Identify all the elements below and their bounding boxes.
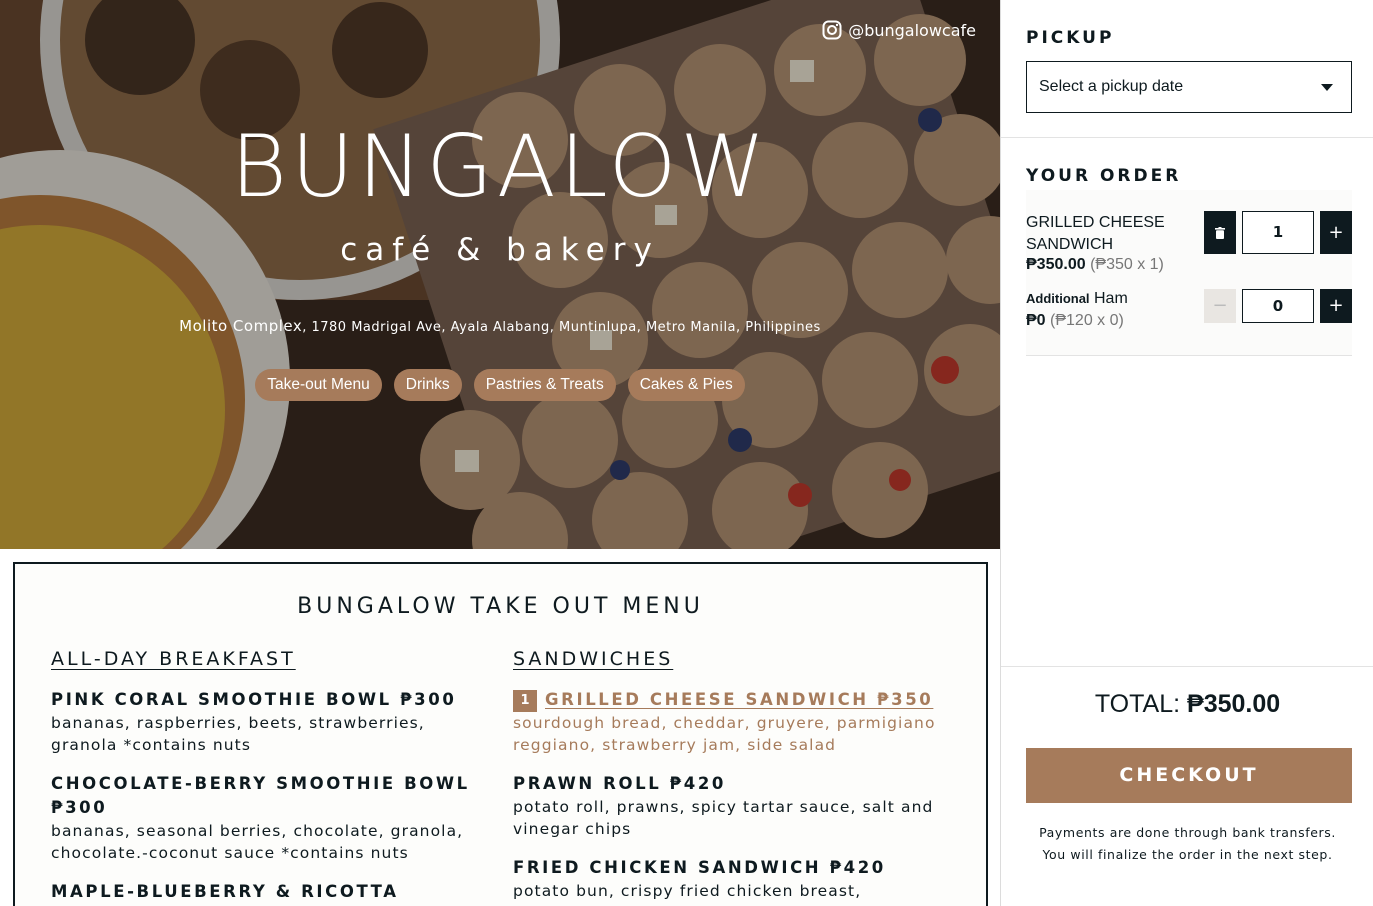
increase-quantity-button[interactable]: + (1320, 211, 1352, 254)
increase-addon-button[interactable]: + (1320, 289, 1352, 323)
menu-card: BUNGALOW TAKE OUT MENU ALL-DAY BREAKFAST… (13, 562, 988, 906)
menu-item-name[interactable]: 1 GRILLED CHEESE SANDWICH ₱350 (513, 688, 953, 712)
total-label: TOTAL: (1094, 690, 1181, 718)
order-item-unit: (₱350 x 1) (1090, 256, 1164, 273)
menu-item-desc: bananas, raspberries, beets, strawberrie… (51, 714, 425, 754)
divider (1001, 666, 1373, 667)
menu-item-name[interactable]: PRAWN ROLL ₱420 (513, 772, 953, 796)
menu-item-name-text[interactable]: GRILLED CHEESE SANDWICH ₱350 (545, 690, 933, 709)
order-total: TOTAL: ₱350.00 (1001, 690, 1373, 719)
payment-note: Payments are done through bank transfers… (1001, 822, 1373, 866)
instagram-link[interactable]: @bungalowcafe (822, 20, 976, 40)
addon-name: Ham (1094, 290, 1128, 307)
menu-item-name[interactable]: CHOCOLATE-BERRY SMOOTHIE BOWL ₱300 (51, 772, 491, 820)
order-sidebar: PICKUP Select a pickup date YOUR ORDER G… (1000, 0, 1373, 906)
minus-icon: − (1212, 295, 1228, 316)
payment-note-line: Payments are done through bank transfers… (1039, 825, 1336, 840)
hero-overlay (0, 0, 1000, 549)
pickup-date-select[interactable]: Select a pickup date (1026, 61, 1352, 113)
menu-item[interactable]: PINK CORAL SMOOTHIE BOWL ₱300 bananas, r… (51, 688, 491, 756)
chevron-down-icon[interactable] (1321, 84, 1333, 91)
plus-icon: + (1328, 222, 1344, 243)
category-nav: Take-out Menu Drinks Pastries & Treats C… (0, 369, 1000, 401)
instagram-icon (822, 20, 842, 40)
menu-item-name[interactable]: FRIED CHICKEN SANDWICH ₱420 (513, 856, 953, 880)
category-drinks[interactable]: Drinks (393, 369, 462, 401)
pickup-date-value[interactable]: Select a pickup date (1039, 78, 1183, 95)
item-quantity-input[interactable]: 1 (1242, 211, 1314, 254)
menu-item-desc: sourdough bread, cheddar, gruyere, parmi… (513, 714, 936, 754)
menu-title: BUNGALOW TAKE OUT MENU (297, 594, 704, 619)
plus-icon: + (1328, 295, 1344, 316)
menu-section-sandwiches: SANDWICHES 1 GRILLED CHEESE SANDWICH ₱350… (513, 648, 953, 906)
order-item-total: ₱350.00 (1026, 256, 1086, 273)
trash-icon (1215, 227, 1225, 239)
address-detail: , 1780 Madrigal Ave, Ayala Alabang, Munt… (302, 320, 821, 335)
payment-note-line: You will finalize the order in the next … (1042, 847, 1333, 862)
divider (1001, 137, 1373, 138)
menu-item-desc: potato roll, prawns, spicy tartar sauce,… (513, 798, 934, 838)
order-item-name: GRILLED CHEESE SANDWICH (1026, 214, 1165, 253)
order-line: GRILLED CHEESE SANDWICH ₱350.00 (₱350 x … (1026, 190, 1352, 356)
menu-item[interactable]: MAPLE-BLUEBERRY & RICOTTA (51, 880, 491, 904)
logo-title: BUNGALOW (230, 117, 770, 217)
instagram-handle[interactable]: @bungalowcafe (848, 21, 976, 40)
section-title: SANDWICHES (513, 648, 674, 670)
menu-item-desc: potato bun, crispy fried chicken breast, (513, 882, 862, 900)
quantity-badge: 1 (513, 690, 537, 712)
pickup-heading: PICKUP (1026, 28, 1115, 48)
menu-item-selected[interactable]: 1 GRILLED CHEESE SANDWICH ₱350 sourdough … (513, 688, 953, 756)
section-title: ALL-DAY BREAKFAST (51, 648, 296, 670)
menu-item-name[interactable]: PINK CORAL SMOOTHIE BOWL ₱300 (51, 688, 491, 712)
addon-quantity-input[interactable]: 0 (1242, 289, 1314, 323)
addon-prefix: Additional (1026, 291, 1090, 306)
menu-item-name[interactable]: MAPLE-BLUEBERRY & RICOTTA (51, 880, 491, 904)
addon-price: ₱0 (₱120 x 0) (1026, 312, 1124, 330)
category-takeout-menu[interactable]: Take-out Menu (255, 369, 382, 401)
menu-section-breakfast: ALL-DAY BREAKFAST PINK CORAL SMOOTHIE BO… (51, 648, 491, 906)
menu-item[interactable]: FRIED CHICKEN SANDWICH ₱420 potato bun, … (513, 856, 953, 902)
checkout-button[interactable]: CHECKOUT (1026, 748, 1352, 803)
total-amount: ₱350.00 (1187, 690, 1281, 718)
menu-item-desc: bananas, seasonal berries, chocolate, gr… (51, 822, 464, 862)
address: Molito Complex, 1780 Madrigal Ave, Ayala… (0, 316, 1000, 335)
menu-item[interactable]: CHOCOLATE-BERRY SMOOTHIE BOWL ₱300 banan… (51, 772, 491, 864)
addon-total: ₱0 (1026, 312, 1046, 329)
hero-banner: @bungalowcafe BUNGALOW café & bakery Mol… (0, 0, 1000, 549)
category-cakes-pies[interactable]: Cakes & Pies (627, 369, 745, 401)
addon-unit: (₱120 x 0) (1050, 312, 1124, 329)
decrease-addon-button[interactable]: − (1204, 289, 1236, 323)
addon-label: Additional Ham (1026, 290, 1128, 308)
order-heading: YOUR ORDER (1026, 166, 1182, 186)
order-item-price: ₱350.00 (₱350 x 1) (1026, 256, 1164, 274)
address-name: Molito Complex (179, 317, 303, 335)
logo-subtitle: café & bakery (340, 232, 660, 268)
remove-item-button[interactable] (1204, 211, 1236, 254)
menu-item[interactable]: PRAWN ROLL ₱420 potato roll, prawns, spi… (513, 772, 953, 840)
category-pastries-treats[interactable]: Pastries & Treats (473, 369, 616, 401)
